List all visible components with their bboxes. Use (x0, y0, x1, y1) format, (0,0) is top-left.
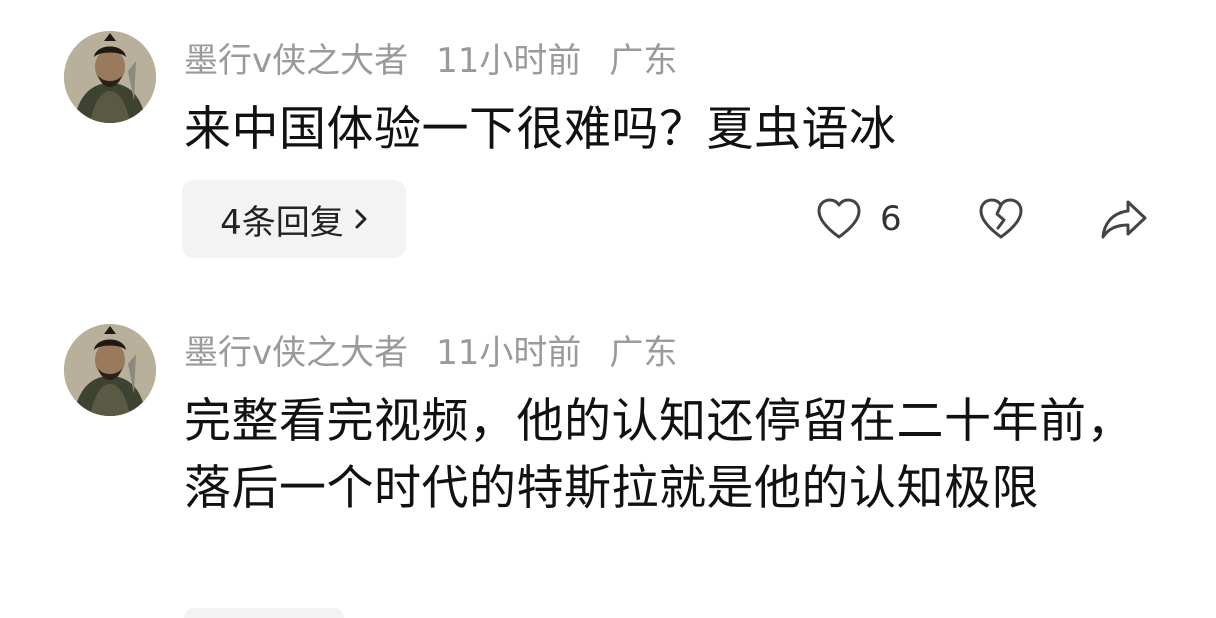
location: 广东 (609, 332, 678, 373)
timestamp: 11小时前 (436, 332, 582, 373)
location: 广东 (609, 40, 678, 81)
username[interactable]: 墨行v侠之大者 (184, 325, 408, 374)
comment-meta: 墨行v侠之大者 11小时前 广东 (184, 324, 677, 374)
username[interactable]: 墨行v侠之大者 (184, 33, 408, 82)
timestamp: 11小时前 (436, 40, 582, 81)
like-count: 6 (880, 199, 902, 239)
comment-item: 墨行v侠之大者 11小时前 广东 完整看完视频，他的认知还停留在二十年前，落后一… (0, 292, 1216, 618)
share-arrow-icon[interactable] (1098, 194, 1150, 244)
broken-heart-icon[interactable] (976, 194, 1026, 244)
view-replies-button[interactable]: 4条回复 (182, 180, 406, 258)
replies-label: 4条回复 (220, 202, 344, 243)
comment-meta: 墨行v侠之大者 11小时前 广东 (184, 32, 677, 82)
comment-text: 完整看完视频，他的认知还停留在二十年前，落后一个时代的特斯拉就是他的认知极限 (184, 394, 1134, 516)
comment-text: 来中国体验一下很难吗？夏虫语冰 (184, 102, 897, 157)
comment-item: 墨行v侠之大者 11小时前 广东 来中国体验一下很难吗？夏虫语冰 4条回复 6 (0, 0, 1216, 290)
heart-outline-icon[interactable] (814, 194, 864, 244)
view-replies-button[interactable] (184, 608, 344, 618)
chevron-right-icon (354, 206, 368, 232)
avatar[interactable] (64, 31, 156, 123)
avatar[interactable] (64, 324, 156, 416)
